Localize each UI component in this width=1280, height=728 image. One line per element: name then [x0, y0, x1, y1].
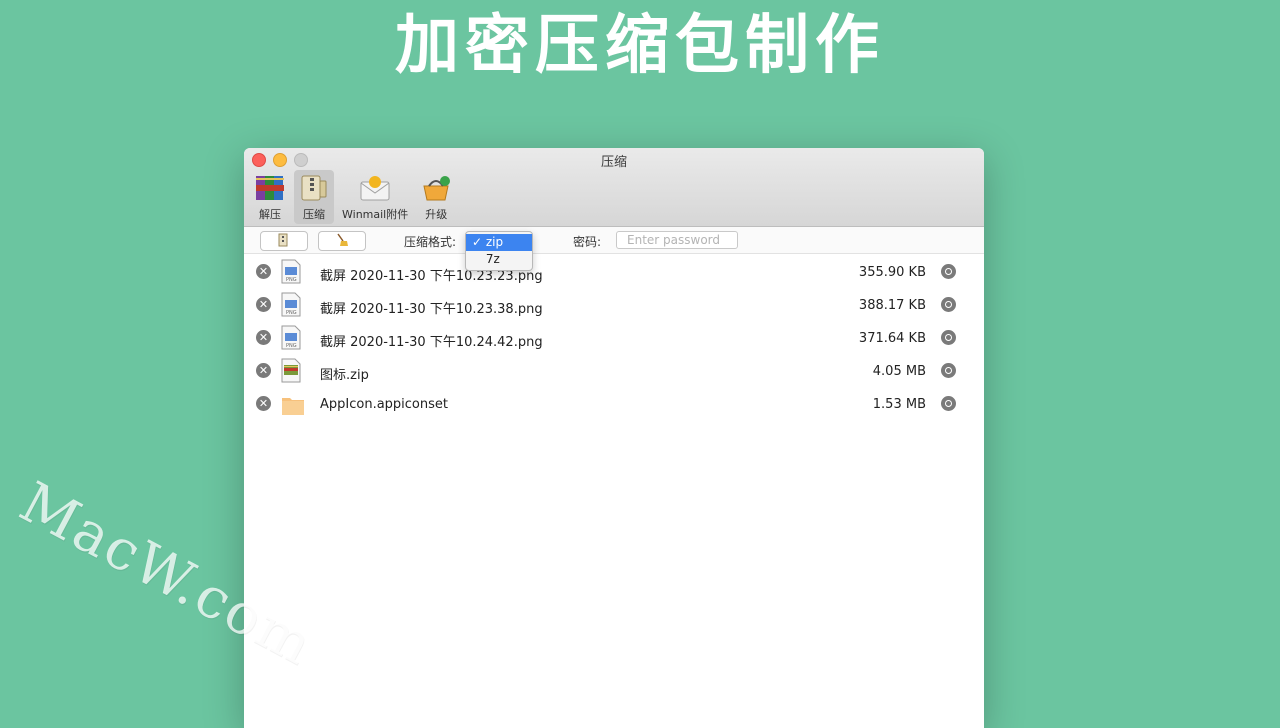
preview-magnifier-icon[interactable] — [941, 396, 956, 411]
png-file-icon: PNG — [281, 259, 301, 284]
format-dropdown-menu[interactable]: ✓ zip ✓ 7z — [465, 231, 533, 271]
headline: 加密压缩包制作 — [395, 9, 885, 83]
zip-file-icon — [281, 358, 301, 383]
preview-magnifier-icon[interactable] — [941, 264, 956, 279]
titlebar: 压缩 解压 压缩 Winmail附件 升级 — [244, 148, 984, 227]
file-row[interactable]: ✕ PNG 截屏 2020-11-30 下午10.23.23.png 355.9… — [244, 254, 984, 287]
toolbar-winmail-label: Winmail附件 — [342, 208, 409, 221]
svg-text:PNG: PNG — [286, 343, 297, 349]
clear-list-button[interactable] — [318, 231, 366, 251]
file-name: 截屏 2020-11-30 下午10.23.38.png — [320, 302, 543, 317]
format-option-7z[interactable]: ✓ 7z — [466, 251, 532, 268]
remove-file-icon[interactable]: ✕ — [256, 264, 271, 279]
unpack-books-icon — [254, 172, 286, 203]
upgrade-basket-icon — [420, 172, 452, 203]
file-row[interactable]: ✕ 图标.zip 4.05 MB — [244, 353, 984, 386]
toolbar-upgrade-label: 升级 — [425, 208, 448, 221]
remove-file-icon[interactable]: ✕ — [256, 297, 271, 312]
png-file-icon: PNG — [281, 325, 301, 350]
format-label: 压缩格式: — [404, 235, 457, 249]
file-size: 388.17 KB — [858, 298, 926, 313]
window-title: 压缩 — [600, 155, 627, 170]
toolbar-upgrade-button[interactable]: 升级 — [416, 170, 456, 224]
svg-text:PNG: PNG — [286, 310, 297, 316]
preview-magnifier-icon[interactable] — [941, 363, 956, 378]
remove-file-icon[interactable]: ✕ — [256, 330, 271, 345]
remove-file-icon[interactable]: ✕ — [256, 363, 271, 378]
toolbar-unpack-button[interactable]: 解压 — [250, 170, 290, 224]
add-files-icon — [277, 232, 291, 251]
preview-magnifier-icon[interactable] — [941, 330, 956, 345]
folder-icon — [281, 391, 305, 416]
password-label: 密码: — [573, 235, 602, 249]
file-size: 1.53 MB — [872, 397, 926, 412]
toolbar-compress-label: 压缩 — [303, 208, 325, 221]
winmail-envelope-icon — [359, 172, 391, 203]
compress-zipper-icon — [298, 172, 330, 203]
file-row[interactable]: ✕ AppIcon.appiconset 1.53 MB — [244, 386, 984, 419]
add-files-button[interactable] — [260, 231, 308, 251]
broom-icon — [335, 232, 349, 251]
toolbar-compress-button[interactable]: 压缩 — [294, 170, 334, 224]
file-size: 4.05 MB — [872, 364, 926, 379]
file-name: 图标.zip — [320, 368, 369, 383]
remove-file-icon[interactable]: ✕ — [256, 396, 271, 411]
file-size: 355.90 KB — [858, 265, 926, 280]
file-name: 截屏 2020-11-30 下午10.24.42.png — [320, 335, 543, 350]
options-bar: 压缩格式: ✓ zip ✓ 7z 密码: — [244, 227, 984, 271]
format-option-zip[interactable]: ✓ zip — [466, 234, 532, 251]
toolbar-winmail-button[interactable]: Winmail附件 — [338, 170, 412, 224]
compress-window: 压缩 解压 压缩 Winmail附件 升级 压缩格式: ✓ zip 7z 密码:… — [244, 148, 984, 728]
svg-text:PNG: PNG — [286, 277, 297, 283]
file-row[interactable]: ✕ PNG 截屏 2020-11-30 下午10.23.38.png 388.1… — [244, 287, 984, 320]
png-file-icon: PNG — [281, 292, 301, 317]
preview-magnifier-icon[interactable] — [941, 297, 956, 312]
toolbar-unpack-label: 解压 — [259, 208, 281, 221]
file-name: AppIcon.appiconset — [320, 397, 448, 412]
password-input[interactable] — [616, 231, 738, 249]
file-row[interactable]: ✕ PNG 截屏 2020-11-30 下午10.24.42.png 371.6… — [244, 320, 984, 353]
file-list: ✕ PNG 截屏 2020-11-30 下午10.23.23.png 355.9… — [244, 254, 984, 419]
file-size: 371.64 KB — [858, 331, 926, 346]
toolbar: 解压 压缩 Winmail附件 升级 — [250, 170, 456, 224]
check-icon: ✓ — [472, 235, 486, 249]
